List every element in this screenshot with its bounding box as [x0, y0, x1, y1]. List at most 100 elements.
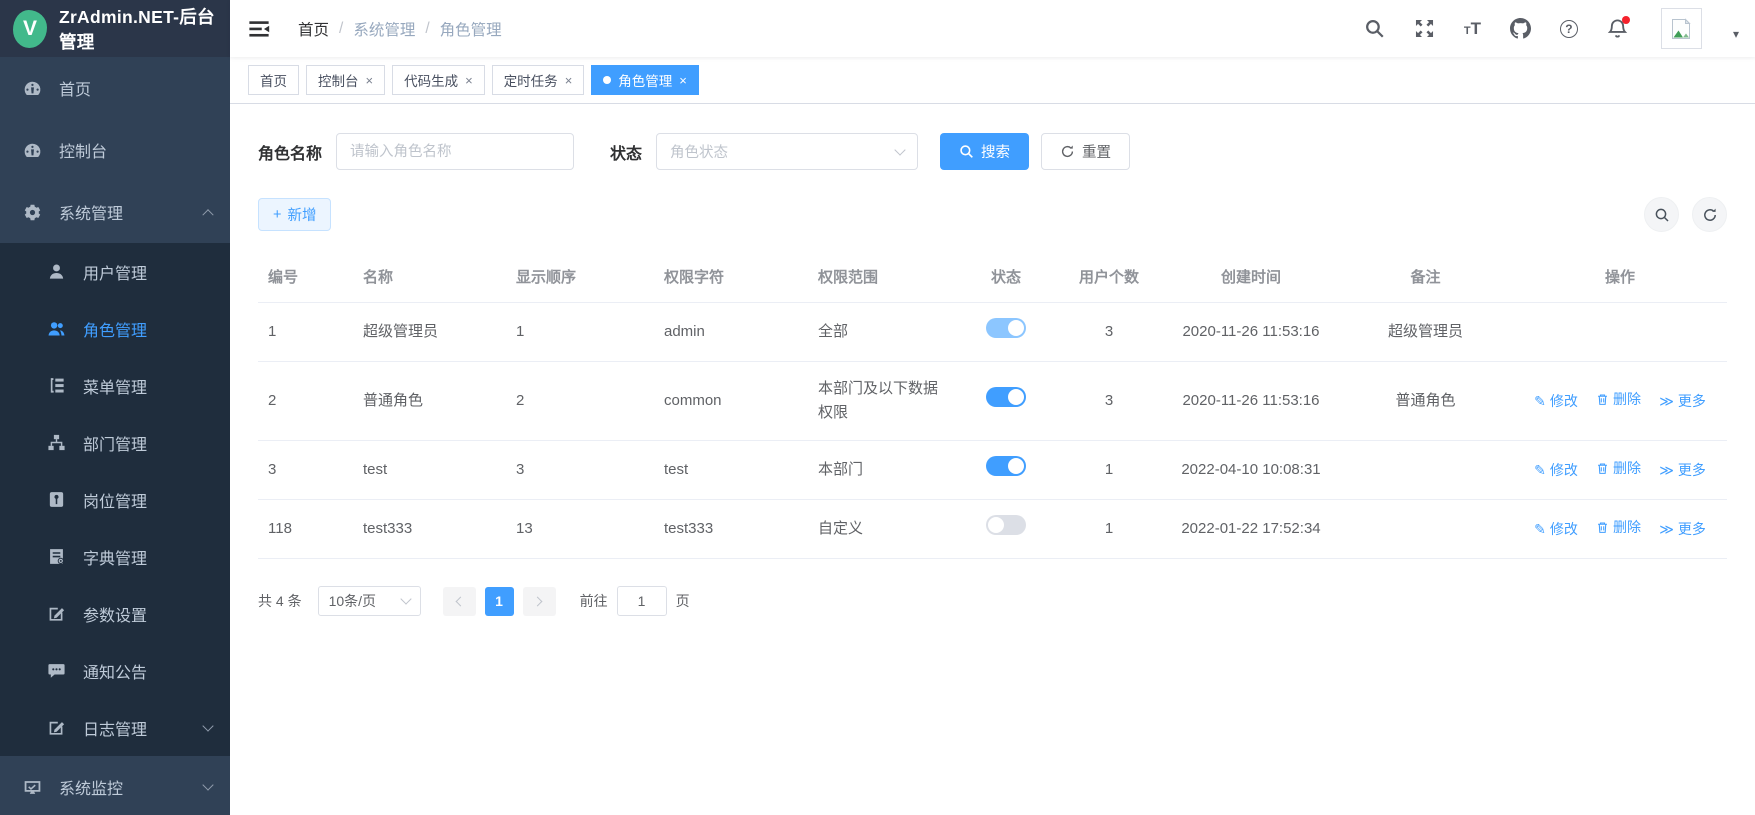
breadcrumb-home[interactable]: 首页 [298, 18, 329, 40]
sidebar-item-dict-management[interactable]: 字典管理 [0, 528, 230, 585]
close-icon[interactable]: × [366, 73, 374, 88]
goto-page-input[interactable] [617, 586, 667, 616]
gear-icon [23, 203, 42, 222]
sidebar-item-menu-management[interactable]: 菜单管理 [0, 357, 230, 414]
app-root: V ZrAdmin.NET-后台管理 首页 控制台 系统管理 用户管理 [0, 0, 1755, 815]
pencil-icon: ✎ [1534, 459, 1546, 481]
delete-link[interactable]: 删除 [1596, 457, 1641, 479]
goto-label: 前往 [580, 591, 608, 611]
sidebar-item-home[interactable]: 首页 [0, 57, 230, 119]
col-actions: 操作 [1513, 251, 1727, 303]
page-number-current[interactable]: 1 [485, 587, 514, 616]
page-size-select[interactable]: 10条/页 [318, 586, 421, 616]
col-users: 用户个数 [1054, 251, 1164, 303]
help-icon[interactable]: ? [1560, 20, 1578, 38]
status-toggle[interactable] [986, 456, 1026, 476]
sidebar-item-label: 菜单管理 [83, 374, 147, 398]
filter-form: 角色名称 状态 角色状态 搜索 重置 [258, 133, 1727, 170]
sidebar-item-label: 角色管理 [83, 317, 147, 341]
sidebar-item-label: 通知公告 [83, 659, 147, 683]
caret-down-icon[interactable]: ▾ [1733, 27, 1739, 49]
more-link[interactable]: ≫更多 [1659, 390, 1706, 412]
sidebar-item-notice[interactable]: 通知公告 [0, 642, 230, 699]
chevron-down-icon [202, 779, 213, 790]
roles-table: 编号 名称 显示顺序 权限字符 权限范围 状态 用户个数 创建时间 备注 操作 [258, 251, 1727, 559]
github-icon[interactable] [1510, 18, 1531, 39]
breadcrumb-role: 角色管理 [440, 18, 502, 40]
main-area: 首页 / 系统管理 / 角色管理 TT ? ▾ 首页 [230, 0, 1755, 815]
sidebar-item-user-management[interactable]: 用户管理 [0, 243, 230, 300]
sidebar-item-param-settings[interactable]: 参数设置 [0, 585, 230, 642]
tab-label: 定时任务 [504, 70, 558, 90]
delete-link[interactable]: 删除 [1596, 388, 1641, 410]
reset-button[interactable]: 重置 [1041, 133, 1130, 170]
tab-label: 代码生成 [404, 70, 458, 90]
close-icon[interactable]: × [679, 73, 687, 88]
col-id: 编号 [258, 251, 353, 303]
sidebar-item-dept-management[interactable]: 部门管理 [0, 414, 230, 471]
more-link[interactable]: ≫更多 [1659, 459, 1706, 481]
tab-role-management[interactable]: 角色管理 × [591, 65, 699, 95]
status-label: 状态 [610, 140, 642, 164]
sidebar-item-label: 控制台 [59, 138, 107, 162]
chevron-left-icon [456, 596, 466, 606]
sidebar-item-system-monitor[interactable]: 系统监控 [0, 756, 230, 815]
avatar[interactable] [1661, 8, 1702, 49]
col-remark: 备注 [1338, 251, 1513, 303]
logo-bar[interactable]: V ZrAdmin.NET-后台管理 [0, 0, 230, 57]
status-toggle[interactable] [986, 318, 1026, 338]
more-link[interactable]: ≫更多 [1659, 518, 1706, 540]
tab-scheduled-tasks[interactable]: 定时任务 × [492, 65, 585, 95]
role-name-label: 角色名称 [258, 140, 322, 164]
collapse-menu-icon[interactable] [248, 18, 270, 40]
delete-link[interactable]: 删除 [1596, 516, 1641, 538]
col-status: 状态 [958, 251, 1054, 303]
sidebar-item-system-management[interactable]: 系统管理 [0, 181, 230, 243]
close-icon[interactable]: × [465, 73, 473, 88]
pencil-icon: ✎ [1534, 518, 1546, 540]
role-name-input[interactable] [336, 133, 574, 170]
edit-link[interactable]: ✎修改 [1534, 390, 1578, 412]
close-icon[interactable]: × [565, 73, 573, 88]
fullscreen-icon[interactable] [1414, 18, 1435, 39]
search-icon[interactable] [1364, 18, 1385, 39]
breadcrumb-separator: / [339, 20, 343, 38]
table-tools [1644, 197, 1727, 232]
status-select[interactable]: 角色状态 [656, 133, 918, 170]
badge-icon [47, 490, 66, 509]
sidebar-item-label: 日志管理 [83, 716, 147, 740]
chevron-down-icon [400, 593, 411, 604]
refresh-button[interactable] [1692, 197, 1727, 232]
edit-link[interactable]: ✎修改 [1534, 459, 1578, 481]
sidebar-menu: 首页 控制台 系统管理 用户管理 角色管理 [0, 57, 230, 815]
double-chevron-icon: ≫ [1659, 390, 1674, 412]
col-created: 创建时间 [1164, 251, 1338, 303]
user-icon [47, 262, 66, 281]
col-scope: 权限范围 [808, 251, 958, 303]
font-size-icon[interactable]: TT [1464, 20, 1481, 37]
sidebar-item-role-management[interactable]: 角色管理 [0, 300, 230, 357]
tab-console[interactable]: 控制台 × [306, 65, 385, 95]
next-page-button[interactable] [523, 587, 556, 616]
sidebar-item-post-management[interactable]: 岗位管理 [0, 471, 230, 528]
status-toggle[interactable] [986, 515, 1026, 535]
tab-home[interactable]: 首页 [248, 65, 299, 95]
message-icon [47, 661, 66, 680]
sidebar-item-label: 参数设置 [83, 602, 147, 626]
pagination: 共 4 条 10条/页 1 前往 页 [258, 586, 1727, 616]
app-title: ZrAdmin.NET-后台管理 [59, 4, 230, 54]
show-search-button[interactable] [1644, 197, 1679, 232]
edit-link[interactable]: ✎修改 [1534, 518, 1578, 540]
org-chart-icon [47, 433, 66, 452]
tab-codegen[interactable]: 代码生成 × [392, 65, 485, 95]
add-button[interactable]: + 新增 [258, 198, 331, 231]
sidebar-item-log-management[interactable]: 日志管理 [0, 699, 230, 756]
double-chevron-icon: ≫ [1659, 459, 1674, 481]
dashboard-icon [23, 79, 42, 98]
status-toggle[interactable] [986, 387, 1026, 407]
plus-icon: + [273, 207, 281, 223]
bell-icon[interactable] [1607, 18, 1628, 39]
search-button[interactable]: 搜索 [940, 133, 1029, 170]
sidebar-item-console[interactable]: 控制台 [0, 119, 230, 181]
prev-page-button[interactable] [443, 587, 476, 616]
